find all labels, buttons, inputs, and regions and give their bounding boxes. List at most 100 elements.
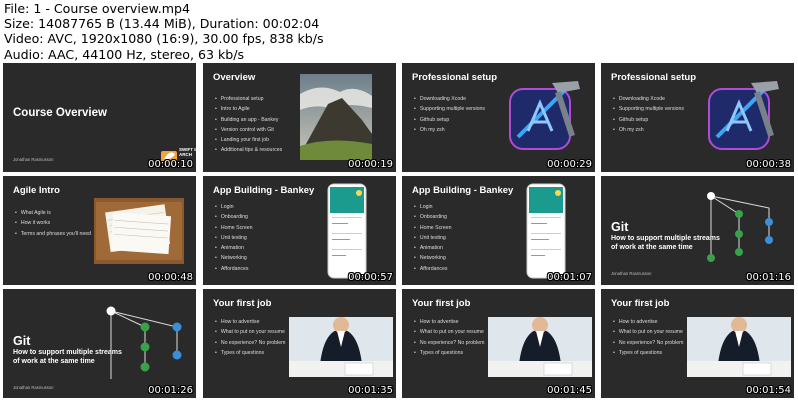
slide-title: Your first job xyxy=(412,298,471,309)
bullet-item: How it works xyxy=(15,218,91,228)
slide-title: Your first job xyxy=(611,298,670,309)
bullet-item: How to advertise xyxy=(414,317,484,327)
timestamp: 00:01:26 xyxy=(148,385,193,396)
bullet-item: Networking xyxy=(414,253,452,263)
thumbnail-2[interactable]: Overview Professional setup Intro to Agi… xyxy=(203,63,396,172)
bullet-item: No experience? No problem xyxy=(414,338,485,348)
slide-title: Professional setup xyxy=(611,72,696,83)
bullet-item: Types of questions xyxy=(215,348,285,358)
bullet-item: How to advertise xyxy=(215,317,285,327)
slide-bullets: Downloading Xcode Supporting multiple ve… xyxy=(613,94,684,135)
thumbnail-5[interactable]: Agile Intro What Agile is How it works T… xyxy=(3,176,196,285)
bullet-item: Github setup xyxy=(613,115,684,125)
xcode-icon xyxy=(708,81,779,150)
timestamp: 00:00:19 xyxy=(348,159,393,170)
bullet-item: Home Screen xyxy=(414,223,452,233)
slide-title: App Building - Bankey xyxy=(213,185,315,196)
xcode-icon xyxy=(509,81,580,150)
swift-logo-text: SWIFT IN ARCH xyxy=(179,147,196,157)
timestamp: 00:01:45 xyxy=(547,385,592,396)
slide-title: Agile Intro xyxy=(13,185,60,196)
thumbnail-grid: Course Overview Jonathan Rasmusson SWIFT… xyxy=(0,63,798,401)
bullet-item: Version control with Git xyxy=(215,125,282,135)
bullet-item: What to put on your resume xyxy=(613,327,683,337)
bullet-item: Onboarding xyxy=(414,212,452,222)
bullet-item: Login xyxy=(414,202,452,212)
thumbnail-12[interactable]: Your first job How to advertise What to … xyxy=(601,289,794,398)
bullet-item: Networking xyxy=(215,253,253,263)
bullet-item: Professional setup xyxy=(215,94,282,104)
bullet-item: Unit testing xyxy=(215,233,253,243)
slide-title: Git xyxy=(611,220,629,234)
thumbnail-9[interactable]: Git How to support multiple streams of w… xyxy=(3,289,196,398)
slide-title: Overview xyxy=(213,72,256,83)
thumbnail-1[interactable]: Course Overview Jonathan Rasmusson SWIFT… xyxy=(3,63,196,172)
bullet-item: Downloading Xcode xyxy=(613,94,684,104)
bullet-item: Login xyxy=(215,202,253,212)
interview-photo xyxy=(687,317,791,377)
slide-bullets: How to advertise What to put on your res… xyxy=(215,317,286,358)
timestamp: 00:00:48 xyxy=(148,272,193,283)
bullet-item: Affordances xyxy=(414,264,452,274)
slide-title: Git xyxy=(13,334,31,348)
timestamp: 00:01:35 xyxy=(348,385,393,396)
bullet-item: Affordances xyxy=(215,264,253,274)
slide-bullets: Login Onboarding Home Screen Unit testin… xyxy=(414,202,452,274)
thumbnail-10[interactable]: Your first job How to advertise What to … xyxy=(203,289,396,398)
slide-title: Your first job xyxy=(213,298,272,309)
slide-bullets: Downloading Xcode Supporting multiple ve… xyxy=(414,94,485,135)
interview-photo xyxy=(488,317,592,377)
timestamp: 00:00:10 xyxy=(148,159,193,170)
bullet-item: Building an app - Bankey xyxy=(215,115,282,125)
bullet-item: What to put on your resume xyxy=(414,327,484,337)
slide-title: Professional setup xyxy=(412,72,497,83)
bullet-item: No experience? No problem xyxy=(215,338,286,348)
thumbnail-7[interactable]: App Building - Bankey Login Onboarding H… xyxy=(402,176,595,285)
bullet-item: No experience? No problem xyxy=(613,338,684,348)
git-branch-diagram xyxy=(707,192,773,262)
file-size-line: Size: 14087765 B (13.44 MiB), Duration: … xyxy=(4,16,320,32)
timestamp: 00:00:57 xyxy=(348,272,393,283)
timestamp: 00:01:07 xyxy=(547,272,592,283)
slide-bullets: What Agile is How it works Terms and phr… xyxy=(15,208,91,239)
bullet-item: Animation xyxy=(414,243,452,253)
slide-title: App Building - Bankey xyxy=(412,185,514,196)
mountain-photo xyxy=(300,74,372,160)
bullet-item: Types of questions xyxy=(414,348,484,358)
phone-mockup xyxy=(526,183,566,279)
thumbnail-6[interactable]: App Building - Bankey Login Onboarding H… xyxy=(203,176,396,285)
bullet-item: Downloading Xcode xyxy=(414,94,485,104)
slide-bullets: Professional setup Intro to Agile Buildi… xyxy=(215,94,282,156)
git-branch-diagram xyxy=(106,306,182,379)
bullet-item: Oh my zsh xyxy=(414,125,485,135)
thumbnail-4[interactable]: Professional setup Downloading Xcode Sup… xyxy=(601,63,794,172)
file-name-line: File: 1 - Course overview.mp4 xyxy=(4,1,191,16)
interview-photo xyxy=(289,317,393,377)
slide-bullets: Login Onboarding Home Screen Unit testin… xyxy=(215,202,253,274)
slide-author: Jonathan Rasmusson xyxy=(13,157,54,162)
slide-bullets: How to advertise What to put on your res… xyxy=(613,317,684,358)
bullet-item: Intro to Agile xyxy=(215,104,282,114)
bullet-item: Supporting multiple versions xyxy=(414,104,485,114)
timestamp: 00:01:16 xyxy=(746,272,791,283)
bullet-item: Oh my zsh xyxy=(613,125,684,135)
bullet-item: Supporting multiple versions xyxy=(613,104,684,114)
bullet-item: Animation xyxy=(215,243,253,253)
file-info-header: File: 1 - Course overview.mp4 Size: 1408… xyxy=(4,1,794,62)
thumbnail-11[interactable]: Your first job How to advertise What to … xyxy=(402,289,595,398)
bullet-item: What Agile is xyxy=(15,208,91,218)
bullet-item: What to put on your resume xyxy=(215,327,285,337)
timestamp: 00:01:54 xyxy=(746,385,791,396)
index-cards-photo xyxy=(94,198,184,264)
timestamp: 00:00:38 xyxy=(746,159,791,170)
audio-info-line: Audio: AAC, 44100 Hz, stereo, 63 kb/s xyxy=(4,46,245,62)
video-info-line: Video: AVC, 1920x1080 (16:9), 30.00 fps,… xyxy=(4,31,324,47)
bullet-item: Additional tips & resources xyxy=(215,145,282,155)
bullet-item: Terms and phrases you'll need xyxy=(15,229,91,239)
thumbnail-8[interactable]: Git How to support multiple streams of w… xyxy=(601,176,794,285)
slide-bullets: How to advertise What to put on your res… xyxy=(414,317,485,358)
bullet-item: Types of questions xyxy=(613,348,683,358)
bullet-item: Github setup xyxy=(414,115,485,125)
timestamp: 00:00:29 xyxy=(547,159,592,170)
thumbnail-3[interactable]: Professional setup Downloading Xcode Sup… xyxy=(402,63,595,172)
